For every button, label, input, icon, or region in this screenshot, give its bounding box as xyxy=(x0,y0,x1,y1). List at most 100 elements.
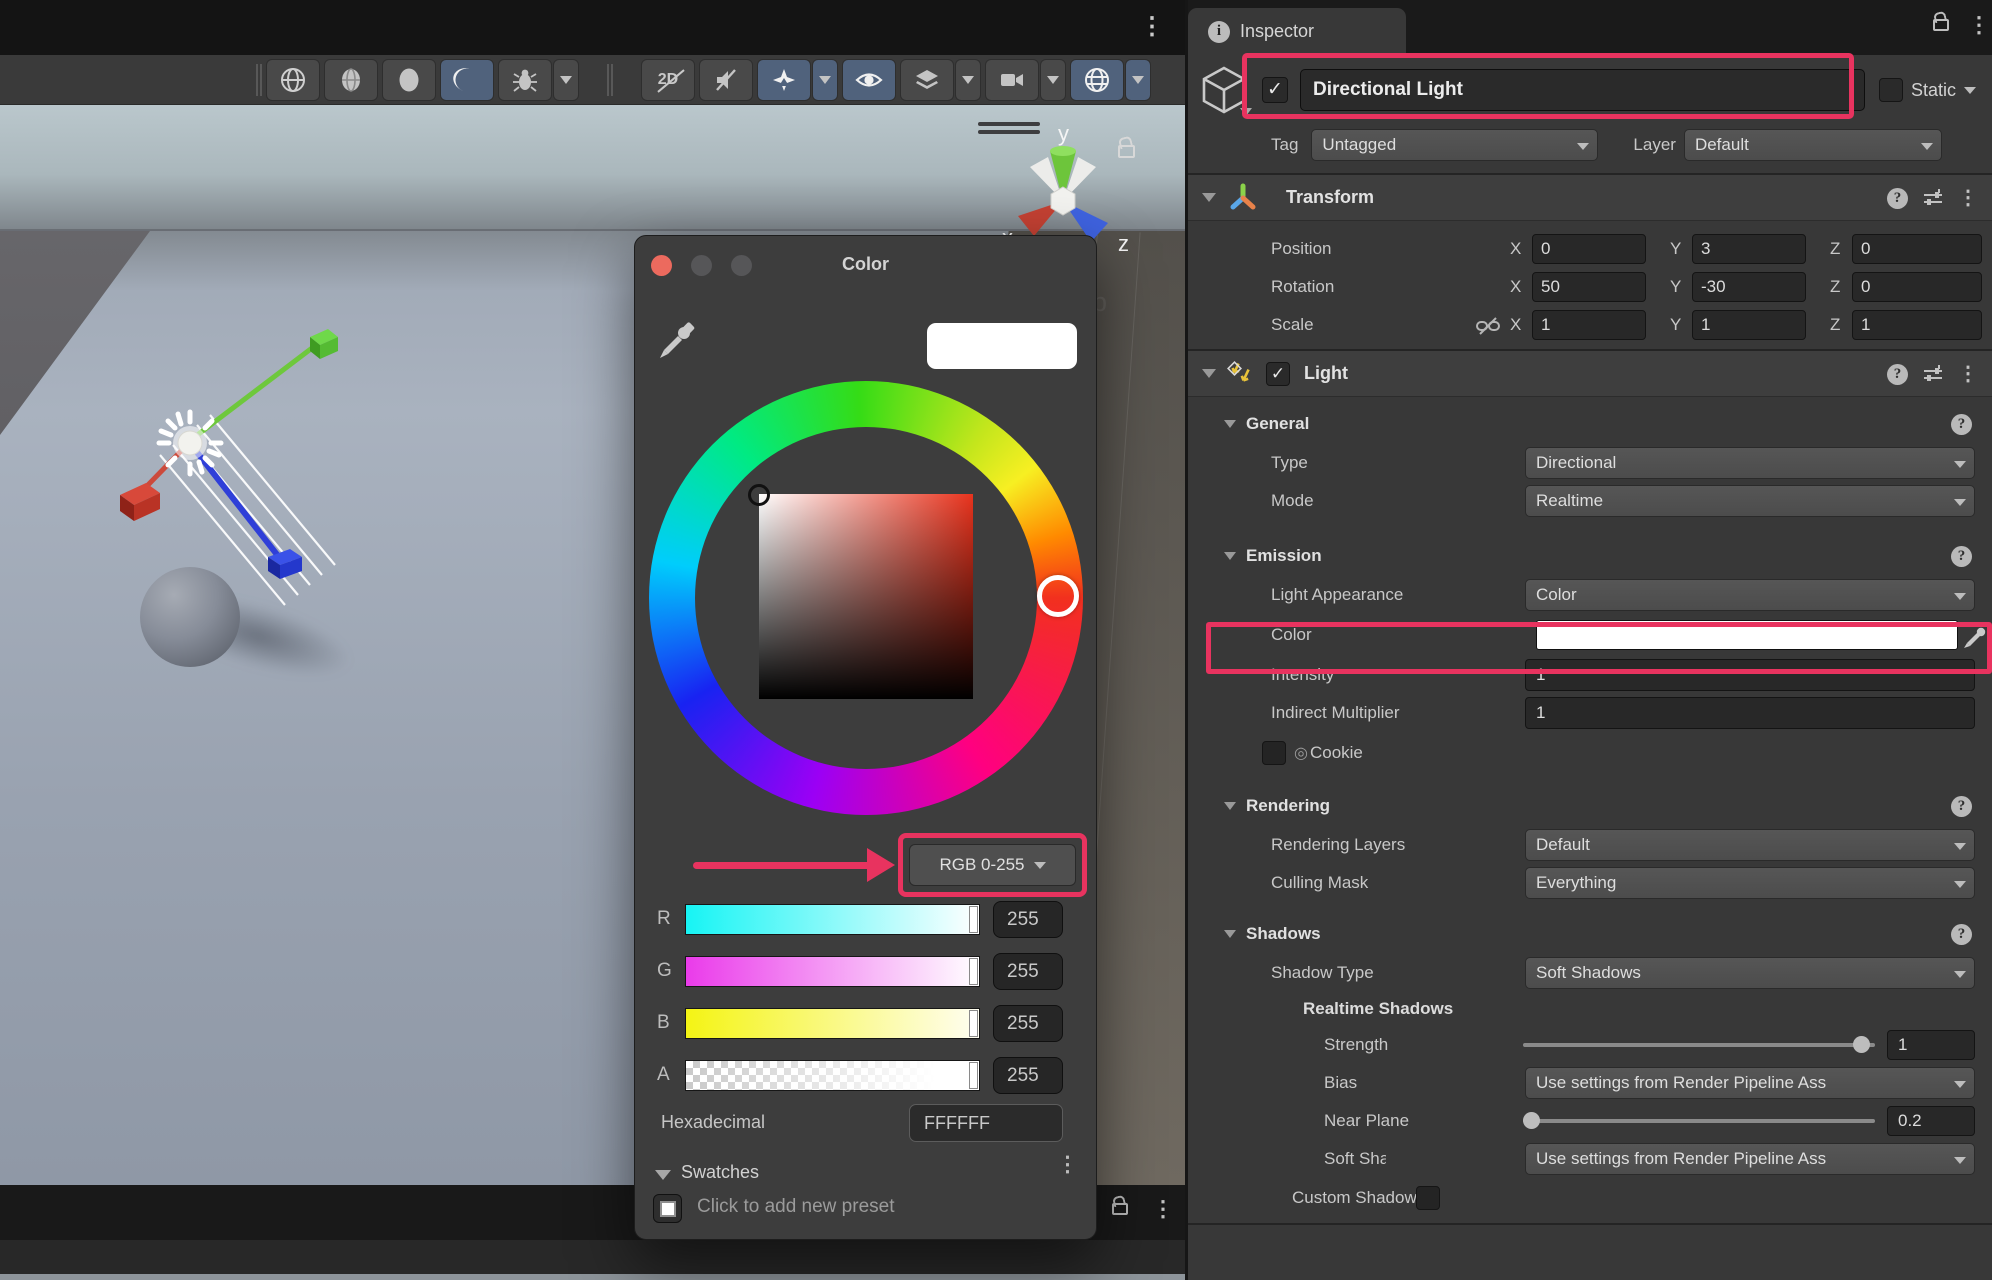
culling-mask-dropdown[interactable]: Everything xyxy=(1525,867,1975,899)
add-preset-button[interactable] xyxy=(653,1194,682,1223)
foldout-triangle-icon[interactable] xyxy=(1224,420,1236,428)
draw-mode-wireframe-button[interactable] xyxy=(266,59,320,101)
rendering-section-header[interactable]: Rendering ? xyxy=(1188,789,1992,823)
rotation-lock-icon[interactable] xyxy=(1118,145,1135,158)
eyedropper-tool-icon[interactable] xyxy=(657,320,695,358)
green-value-field[interactable]: 255 xyxy=(993,953,1063,990)
red-slider-thumb[interactable] xyxy=(969,906,978,933)
intensity-field[interactable]: 1 xyxy=(1525,659,1975,691)
draw-mode-shaded-button[interactable] xyxy=(382,59,436,101)
debug-mode-button[interactable] xyxy=(498,59,552,101)
rendering-layers-dropdown[interactable]: Default xyxy=(1525,829,1975,861)
effects-toggle-button[interactable] xyxy=(757,59,811,101)
scene-menu-kebab-icon[interactable]: ⋮ xyxy=(1140,12,1164,41)
overlay-drag-handle[interactable] xyxy=(978,122,1040,138)
static-dropdown-arrow[interactable] xyxy=(1964,87,1976,94)
zoom-button[interactable] xyxy=(731,255,752,276)
2d-view-toggle-button[interactable]: 2D xyxy=(641,59,695,101)
eyedropper-icon[interactable] xyxy=(1962,622,1988,648)
near-plane-slider[interactable] xyxy=(1523,1119,1875,1123)
help-icon[interactable]: ? xyxy=(1951,924,1972,945)
help-icon[interactable]: ? xyxy=(1887,188,1908,209)
light-enabled-checkbox[interactable]: ✓ xyxy=(1266,362,1290,386)
tab-inspector[interactable]: i Inspector xyxy=(1188,8,1406,55)
constrain-proportions-icon[interactable] xyxy=(1476,316,1500,336)
transform-component-header[interactable]: Transform ? ⋮ xyxy=(1188,175,1992,221)
position-z-field[interactable]: 0 xyxy=(1852,234,1982,264)
layers-dropdown[interactable] xyxy=(955,59,981,101)
scale-z-field[interactable]: 1 xyxy=(1852,310,1982,340)
foldout-triangle-icon[interactable] xyxy=(1202,193,1216,202)
panel-menu-kebab-icon[interactable]: ⋮ xyxy=(1152,1196,1174,1222)
help-icon[interactable]: ? xyxy=(1951,796,1972,817)
indirect-multiplier-field[interactable]: 1 xyxy=(1525,697,1975,729)
emission-section-header[interactable]: Emission ? xyxy=(1188,539,1992,573)
scene-sphere-object[interactable] xyxy=(140,567,240,667)
scale-y-field[interactable]: 1 xyxy=(1692,310,1806,340)
scale-x-field[interactable]: 1 xyxy=(1532,310,1646,340)
rotation-x-field[interactable]: 50 xyxy=(1532,272,1646,302)
gameobject-name-field[interactable]: Directional Light xyxy=(1300,69,1865,111)
debug-mode-dropdown[interactable] xyxy=(553,59,579,101)
camera-dropdown[interactable] xyxy=(1040,59,1066,101)
swatches-label[interactable]: Swatches xyxy=(681,1162,759,1183)
panel-lock-icon[interactable] xyxy=(1112,1203,1128,1215)
bias-dropdown[interactable]: Use settings from Render Pipeline Ass xyxy=(1525,1067,1975,1099)
general-section-header[interactable]: General ? xyxy=(1188,407,1992,441)
strength-slider[interactable] xyxy=(1523,1043,1875,1047)
position-x-field[interactable]: 0 xyxy=(1532,234,1646,264)
light-appearance-dropdown[interactable]: Color xyxy=(1525,579,1975,611)
effects-dropdown[interactable] xyxy=(812,59,838,101)
green-slider-thumb[interactable] xyxy=(969,958,978,985)
inspector-lock-icon[interactable] xyxy=(1933,19,1949,31)
red-value-field[interactable]: 255 xyxy=(993,901,1063,938)
close-button[interactable] xyxy=(651,255,672,276)
layer-dropdown[interactable]: Default xyxy=(1684,129,1942,161)
presets-icon[interactable] xyxy=(1922,363,1944,385)
saturation-value-square[interactable] xyxy=(759,494,973,699)
strength-field[interactable]: 1 xyxy=(1887,1030,1975,1060)
color-mode-dropdown[interactable]: RGB 0-255 xyxy=(909,844,1076,886)
shadows-section-header[interactable]: Shadows ? xyxy=(1188,917,1992,951)
light-type-dropdown[interactable]: Directional xyxy=(1525,447,1975,479)
lighting-toggle-button[interactable] xyxy=(440,59,494,101)
layers-button[interactable] xyxy=(900,59,954,101)
minimize-button[interactable] xyxy=(691,255,712,276)
toolbar-drag-handle[interactable] xyxy=(256,64,262,96)
foldout-triangle-icon[interactable] xyxy=(1224,930,1236,938)
gameobject-cube-icon[interactable] xyxy=(1198,62,1250,118)
near-plane-field[interactable]: 0.2 xyxy=(1887,1106,1975,1136)
presets-icon[interactable] xyxy=(1922,187,1944,209)
swatches-foldout-icon[interactable] xyxy=(655,1170,671,1180)
hue-cursor[interactable] xyxy=(1037,575,1079,617)
swatches-menu-kebab-icon[interactable]: ⋮ xyxy=(1057,1152,1078,1177)
red-slider[interactable] xyxy=(685,904,980,935)
near-plane-slider-thumb[interactable] xyxy=(1523,1112,1540,1129)
gizmos-toggle-button[interactable] xyxy=(1070,59,1124,101)
color-picker-dialog[interactable]: Color RGB 0-255 R 255 G 255 B 255 A 255 xyxy=(634,235,1097,1240)
light-component-header[interactable]: ✓ Light ? ⋮ xyxy=(1188,351,1992,397)
alpha-value-field[interactable]: 255 xyxy=(993,1057,1063,1094)
draw-mode-shaded-wireframe-button[interactable] xyxy=(324,59,378,101)
custom-shadow-layers-checkbox[interactable] xyxy=(1416,1186,1440,1210)
cookie-checkbox[interactable] xyxy=(1262,741,1286,765)
foldout-triangle-icon[interactable] xyxy=(1224,802,1236,810)
active-checkbox[interactable]: ✓ xyxy=(1262,77,1288,103)
blue-slider-thumb[interactable] xyxy=(969,1010,978,1037)
camera-button[interactable] xyxy=(985,59,1039,101)
static-checkbox[interactable] xyxy=(1879,78,1903,102)
help-icon[interactable]: ? xyxy=(1951,546,1972,567)
soft-shadows-quality-dropdown[interactable]: Use settings from Render Pipeline Ass xyxy=(1525,1143,1975,1175)
alpha-slider-thumb[interactable] xyxy=(969,1062,978,1089)
strength-slider-thumb[interactable] xyxy=(1853,1036,1870,1053)
help-icon[interactable]: ? xyxy=(1951,414,1972,435)
gizmos-dropdown[interactable] xyxy=(1125,59,1151,101)
rotation-y-field[interactable]: -30 xyxy=(1692,272,1806,302)
kebab-menu-icon[interactable]: ⋮ xyxy=(1958,364,1978,385)
help-icon[interactable]: ? xyxy=(1887,364,1908,385)
light-color-swatch[interactable] xyxy=(1536,620,1958,650)
blue-value-field[interactable]: 255 xyxy=(993,1005,1063,1042)
green-slider[interactable] xyxy=(685,956,980,987)
kebab-menu-icon[interactable]: ⋮ xyxy=(1958,188,1978,209)
shadow-type-dropdown[interactable]: Soft Shadows xyxy=(1525,957,1975,989)
